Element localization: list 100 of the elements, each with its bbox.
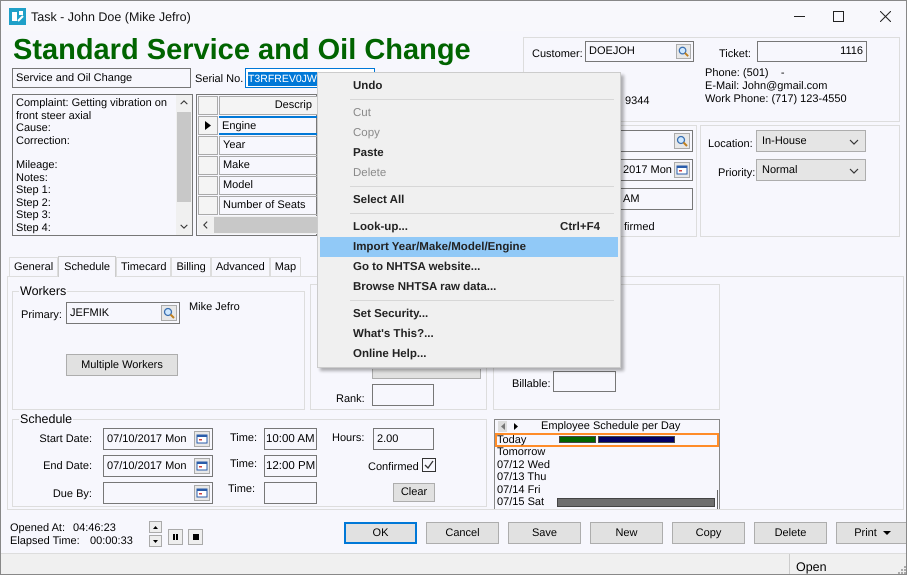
maximize-icon [832, 10, 844, 22]
close-icon [880, 10, 890, 22]
location-select[interactable]: In-House [756, 130, 866, 152]
contact-line: Work Phone: (717) 123-4550 [705, 93, 847, 106]
day-label[interactable]: 07/15 Sat [497, 496, 544, 508]
tab[interactable]: General [9, 257, 58, 276]
shortcut-text: Ctrl+F4 [560, 220, 600, 235]
calendar-icon [194, 458, 210, 474]
tab[interactable]: Schedule [58, 256, 116, 277]
note-line: Correction: [16, 134, 71, 147]
time-label: Time: [230, 431, 258, 446]
spin-up-button[interactable] [149, 521, 162, 533]
status-text: Open [796, 559, 827, 574]
hours-field[interactable]: 2.00 [373, 428, 434, 450]
opened-time: 04:46:23 [73, 522, 116, 535]
end-time-field[interactable]: 12:00 PM [264, 455, 317, 477]
contact-line: E-Mail: John@gmail.com [705, 80, 828, 93]
due-time-field[interactable] [264, 482, 317, 504]
app-icon [9, 8, 26, 25]
search-icon [674, 133, 690, 149]
due-by-label: Due By: [52, 487, 92, 502]
stop-button[interactable] [188, 529, 203, 545]
time-label: Time: [228, 482, 256, 497]
group-title: Workers [19, 284, 68, 298]
spin-down-button[interactable] [149, 535, 162, 547]
menu-item[interactable]: Go to NHTSA website... [320, 257, 618, 277]
note-line: Notes: [16, 172, 49, 184]
right-arrow-icon [514, 423, 518, 430]
customer-field[interactable]: DOEJOH [585, 41, 694, 62]
dialog-button[interactable]: New [590, 522, 663, 544]
day-label[interactable]: 07/12 Wed [497, 458, 550, 470]
scrollbar[interactable] [176, 95, 192, 235]
rank-field[interactable] [372, 384, 434, 406]
menu-item[interactable]: Online Help... [320, 344, 618, 364]
contact-line: Phone: (501) - [705, 67, 784, 80]
due-by-field[interactable] [103, 482, 213, 504]
list-title: Employee Schedule per Day [541, 420, 680, 433]
phone-number: 9344 [625, 94, 650, 109]
end-date-label: End Date: [43, 459, 92, 474]
dropdown-caret-icon [849, 168, 859, 174]
scroll-up-icon [180, 100, 188, 105]
dialog-button[interactable]: Save [508, 522, 581, 544]
next-button[interactable] [512, 421, 519, 432]
menu-item[interactable]: Browse NHTSA raw data... [320, 277, 618, 297]
tab[interactable]: Advanced [210, 257, 270, 276]
clear-button[interactable]: Clear [393, 483, 435, 502]
dialog-button[interactable]: Copy [672, 522, 745, 544]
row-pointer-icon [205, 121, 211, 130]
location-label: Location: [708, 137, 753, 152]
ticket-label: Ticket: [719, 47, 751, 62]
pause-button[interactable] [168, 529, 183, 545]
start-date-field[interactable]: 07/10/2017 Mon [103, 428, 213, 450]
tab[interactable]: Map [270, 257, 302, 276]
menu-item[interactable]: Look-up... Ctrl+F4 [320, 217, 618, 237]
dialog-button[interactable]: Cancel [426, 522, 499, 544]
dialog-button[interactable]: Delete [754, 522, 827, 544]
time-label: Time: [230, 457, 258, 472]
scroll-thumb[interactable] [177, 112, 191, 202]
end-date-field[interactable]: 07/10/2017 Mon [103, 455, 213, 477]
billable-field[interactable] [553, 371, 616, 392]
start-time-field[interactable]: 10:00 AM [264, 428, 317, 450]
notes-field[interactable]: Complaint: Getting vibration on front steer axial Cause: Correction: Mileage: Notes: Step 1: Step 2: Step 3: Step 4: [12, 94, 193, 236]
previous-button[interactable] [498, 421, 507, 432]
window-title: Task - John Doe (Mike Jefro) [31, 9, 191, 26]
day-label[interactable]: Tomorrow [497, 446, 546, 458]
primary-worker-field[interactable]: JEFMIK [66, 302, 180, 324]
check-icon [424, 460, 434, 470]
search-icon [161, 305, 177, 321]
task-name-field[interactable]: Service and Oil Change [12, 68, 191, 88]
left-arrow-icon [500, 423, 504, 430]
scroll-left-icon [203, 221, 208, 229]
confirmed-checkbox[interactable] [422, 458, 436, 472]
priority-select[interactable]: Normal [756, 159, 866, 181]
dropdown-caret-icon [849, 139, 859, 145]
dialog-button[interactable]: Print [836, 522, 906, 544]
note-line: Mileage: [16, 159, 59, 172]
elapsed-label: Elapsed Time: [10, 535, 80, 548]
calendar-icon [674, 162, 690, 178]
confirmed-label: firmed [624, 220, 655, 235]
stop-icon [192, 534, 198, 540]
menu-item[interactable]: Set Security... [320, 304, 618, 324]
billable-label: Billable: [512, 377, 551, 392]
dialog-button[interactable]: OK [344, 522, 417, 544]
note-line: Step 3: [16, 209, 52, 222]
tab[interactable]: Billing [171, 257, 211, 276]
menu-item[interactable]: What's This?... [320, 324, 618, 344]
customer-label: Customer: [532, 47, 583, 62]
tab[interactable]: Timecard [116, 257, 172, 276]
day-label[interactable]: 07/13 Thu [497, 471, 546, 483]
row-header[interactable] [198, 116, 218, 135]
opened-label: Opened At: [10, 522, 66, 535]
scrollbar-track [717, 490, 718, 509]
note-line: Cause: [16, 122, 52, 134]
day-label[interactable]: 07/14 Fri [497, 484, 540, 496]
menu-item[interactable]: Import Year/Make/Model/Engine [320, 237, 618, 257]
ticket-field[interactable]: 1116 [757, 41, 867, 62]
multiple-workers-button[interactable]: Multiple Workers [66, 354, 178, 376]
schedule-day-row[interactable]: Today [495, 433, 719, 447]
worker-name: Mike Jefro [189, 300, 240, 315]
group-title: Schedule [19, 412, 74, 426]
